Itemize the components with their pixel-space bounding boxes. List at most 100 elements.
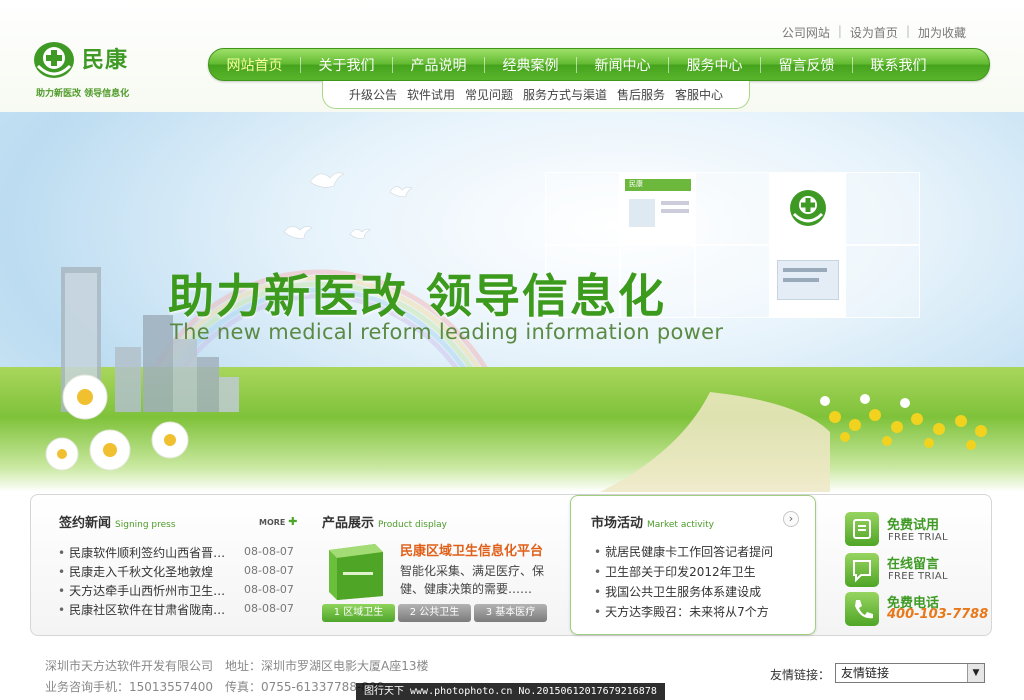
news-title: 民康走入千秋文化圣地敦煌 [69, 565, 214, 579]
product-display-title-cn: 产品展示 [322, 516, 375, 531]
signing-news-title-cn: 签约新闻 [59, 516, 112, 531]
daisies-graphic [45, 374, 189, 471]
activity-title: 卫生部关于印发2012年卫生 [605, 565, 756, 579]
activity-title: 就居民健康卡工作回答记者提问 [605, 545, 774, 559]
news-date: 08-08-07 [244, 564, 294, 577]
nav-home[interactable]: 网站首页 [209, 55, 300, 75]
top-link-company-site[interactable]: 公司网站 [774, 24, 838, 41]
chevron-right-icon: › [788, 512, 794, 525]
product-display-title: 产品展示 Product display [322, 512, 447, 531]
news-title: 民康软件顺利签约山西省晋… [69, 546, 226, 560]
yellow-flowers-graphic [820, 394, 987, 450]
grid-cell [695, 172, 770, 245]
signing-news-list: • 民康软件顺利签约山西省晋… 08-08-07 • 民康走入千秋文化圣地敦煌 08… [58, 544, 298, 624]
news-date: 08-08-07 [244, 602, 294, 615]
product-tab-basic-medical[interactable]: 3 基本医疗 [474, 604, 547, 622]
list-item[interactable]: • 卫生部关于印发2012年卫生 [594, 563, 756, 580]
nav-service[interactable]: 服务中心 [669, 55, 760, 75]
list-item[interactable]: • 天方达李殿召：未来将从7个方 [594, 603, 769, 620]
list-item[interactable]: • 我国公共卫生服务体系建设成 [594, 583, 761, 600]
phone-icon [845, 592, 879, 626]
bullet-icon: • [594, 565, 602, 579]
nav-cases[interactable]: 经典案例 [485, 55, 576, 75]
grid-cell [545, 172, 620, 245]
product-tab-public-health[interactable]: 2 公共卫生 [398, 604, 471, 622]
trial-icon [845, 512, 879, 546]
subnav-support-center[interactable]: 客服中心 [675, 86, 723, 103]
friend-links-select[interactable]: 友情链接 ▼ [835, 663, 985, 683]
grid-cell [695, 245, 770, 318]
product-tab-regional-health[interactable]: 1 区域卫生 [322, 604, 395, 622]
list-item[interactable]: • 民康社区软件在甘肃省陇南… [58, 601, 225, 618]
software-thumbnail: 民康 [620, 172, 695, 245]
bullet-icon: • [58, 603, 66, 617]
footer-address: 地址：深圳市罗湖区电影大厦A座13楼 [225, 659, 429, 673]
market-activity-title-en: Market activity [647, 520, 714, 530]
list-item[interactable]: • 民康软件顺利签约山西省晋… [58, 544, 225, 561]
list-item[interactable]: • 就居民健康卡工作回答记者提问 [594, 543, 773, 560]
thumbnail-label: 民康 [629, 180, 643, 188]
product-display-title-en: Product display [378, 520, 448, 530]
news-date: 08-08-07 [244, 545, 294, 558]
bullet-icon: • [594, 545, 602, 559]
market-activity-title-cn: 市场活动 [591, 516, 644, 531]
brand-slogan: 助力新医改 领导信息化 [36, 89, 130, 99]
grid-cell [845, 172, 920, 245]
more-link[interactable]: MORE ✚ [259, 515, 297, 528]
subnav-after-sales[interactable]: 售后服务 [617, 86, 665, 103]
bullet-icon: • [58, 565, 66, 579]
next-arrow-button[interactable]: › [783, 511, 799, 527]
free-trial-label: 免费试用 [887, 518, 940, 533]
free-trial-sublabel: FREE TRIAL [888, 532, 948, 543]
list-item[interactable]: • 天方达牵手山西忻州市卫生… [58, 582, 225, 599]
footer-mobile: 业务咨询手机：15013557400 [45, 680, 213, 694]
chevron-down-icon[interactable]: ▼ [967, 664, 984, 682]
product-box-icon [329, 544, 383, 600]
online-message-button[interactable]: 在线留言 FREE TRIAL [845, 553, 985, 589]
subnav-faq[interactable]: 常见问题 [465, 86, 513, 103]
news-title: 民康社区软件在甘肃省陇南… [69, 603, 226, 617]
bullet-icon: • [594, 605, 602, 619]
news-date: 08-08-07 [244, 583, 294, 596]
product-box-image[interactable] [323, 542, 387, 600]
product-title[interactable]: 民康区域卫生信息化平台 [400, 540, 543, 559]
sub-nav: 升级公告 软件试用 常见问题 服务方式与渠道 售后服务 客服中心 [322, 81, 750, 109]
friend-links-label: 友情链接： [770, 668, 831, 682]
signing-news-title: 签约新闻 Signing press [59, 512, 176, 531]
free-phone-number[interactable]: 400-103-7788 [887, 607, 988, 622]
free-phone-item: 免费电话 400-103-7788 [845, 592, 988, 628]
banner-headline: 助力新医改 领导信息化 [168, 269, 667, 323]
bullet-icon: • [594, 585, 602, 599]
online-message-sublabel: FREE TRIAL [888, 571, 948, 582]
bullet-icon: • [58, 584, 66, 598]
nav-contact[interactable]: 联系我们 [853, 55, 944, 75]
top-link-set-homepage[interactable]: 设为首页 [842, 24, 906, 41]
emblem-thumbnail [770, 172, 845, 245]
watermark-bar: 图行天下 www.photophoto.cn No.20150612017679… [356, 683, 665, 700]
main-nav: 网站首页 关于我们 产品说明 经典案例 新闻中心 服务中心 留言反馈 联系我们 [208, 48, 990, 81]
more-label: MORE [259, 518, 286, 527]
news-title: 天方达牵手山西忻州市卫生… [69, 584, 226, 598]
subnav-software-trial[interactable]: 软件试用 [407, 86, 455, 103]
activity-title: 天方达李殿召：未来将从7个方 [605, 605, 769, 619]
subnav-service-channels[interactable]: 服务方式与渠道 [523, 86, 607, 103]
nav-news[interactable]: 新闻中心 [577, 55, 668, 75]
nav-products[interactable]: 产品说明 [393, 55, 484, 75]
free-trial-button[interactable]: 免费试用 FREE TRIAL [845, 512, 985, 548]
plus-icon: ✚ [288, 515, 298, 528]
brand-name: 民康 [82, 48, 129, 73]
form-thumbnail [770, 245, 845, 318]
signing-news-title-en: Signing press [115, 520, 176, 530]
doves-graphic [283, 172, 413, 239]
market-activity-list: • 就居民健康卡工作回答记者提问 • 卫生部关于印发2012年卫生 • 我国公共卫生服… [594, 543, 804, 623]
friend-links-selected: 友情链接 [841, 666, 890, 680]
nav-feedback[interactable]: 留言反馈 [761, 55, 852, 75]
activity-title: 我国公共卫生服务体系建设成 [605, 585, 762, 599]
logo-emblem-icon [34, 42, 74, 78]
top-link-add-favorite[interactable]: 加为收藏 [910, 24, 974, 41]
site-logo[interactable]: 民康 助力新医改 领导信息化 [32, 38, 162, 99]
nav-about[interactable]: 关于我们 [301, 55, 392, 75]
online-message-label: 在线留言 [887, 557, 940, 572]
subnav-upgrade-notice[interactable]: 升级公告 [349, 86, 397, 103]
list-item[interactable]: • 民康走入千秋文化圣地敦煌 [58, 563, 213, 580]
